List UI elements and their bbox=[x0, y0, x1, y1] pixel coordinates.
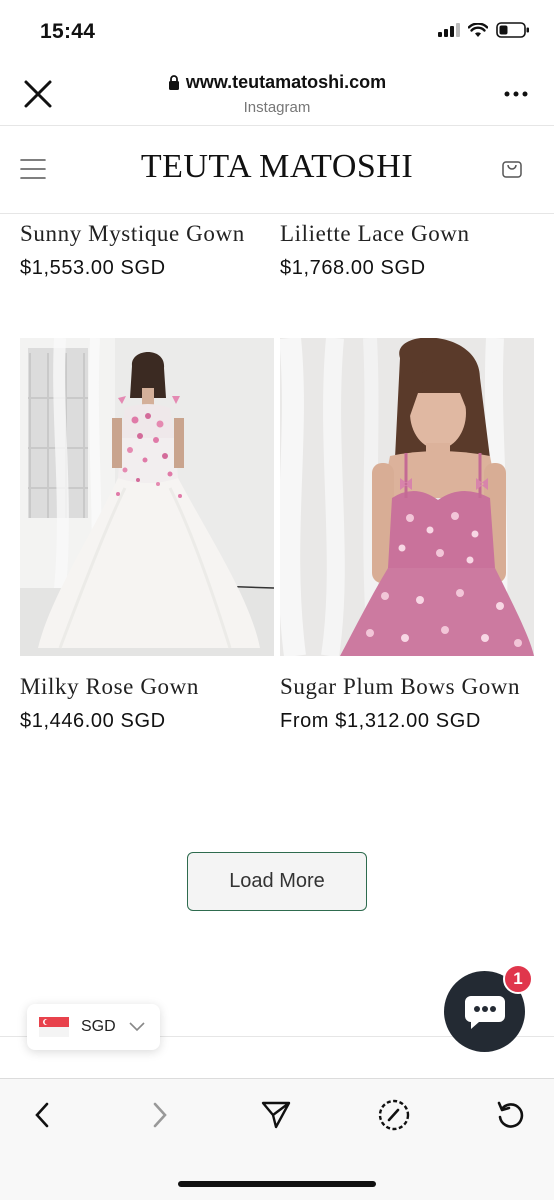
chat-bubble-icon bbox=[464, 995, 505, 1029]
product-title[interactable]: Milky Rose Gown bbox=[20, 673, 270, 700]
currency-selector[interactable]: SGD bbox=[27, 1004, 160, 1050]
lock-icon bbox=[168, 75, 179, 90]
back-button[interactable] bbox=[24, 1097, 60, 1133]
chevron-left-icon bbox=[35, 1102, 49, 1128]
product-title[interactable]: Sugar Plum Bows Gown bbox=[280, 673, 530, 700]
url-display[interactable]: www.teutamatoshi.com Instagram bbox=[0, 72, 554, 116]
in-app-browser-header: www.teutamatoshi.com Instagram bbox=[0, 62, 554, 126]
reload-button[interactable] bbox=[493, 1097, 529, 1133]
chevron-down-icon bbox=[129, 1022, 145, 1032]
site-logo[interactable]: TEUTA MATOSHI bbox=[0, 148, 554, 186]
browser-source-label: Instagram bbox=[243, 99, 311, 116]
forward-button[interactable] bbox=[142, 1097, 178, 1133]
shopping-bag-icon bbox=[502, 161, 522, 178]
product-image-milky-rose[interactable] bbox=[20, 338, 274, 656]
reload-icon bbox=[497, 1101, 524, 1128]
battery-icon bbox=[496, 22, 529, 38]
compass-icon bbox=[378, 1099, 410, 1131]
signal-icon bbox=[438, 23, 460, 37]
product-title[interactable]: Liliette Lace Gown bbox=[280, 220, 540, 247]
status-time: 15:44 bbox=[40, 20, 96, 43]
product-price: $1,553.00 SGD bbox=[20, 257, 166, 279]
home-indicator bbox=[178, 1181, 376, 1187]
currency-code: SGD bbox=[81, 1018, 116, 1035]
share-button[interactable] bbox=[258, 1097, 294, 1133]
product-image-sugar-plum-bows[interactable] bbox=[280, 338, 534, 656]
product-card-sugar-plum-bows[interactable]: Sugar Plum Bows Gown From $1,312.00 SGD bbox=[280, 673, 530, 733]
product-price: From $1,312.00 SGD bbox=[280, 710, 481, 732]
product-grid: Sunny Mystique Gown $1,553.00 SGD Liliet… bbox=[0, 214, 554, 834]
site-header: TEUTA MATOSHI bbox=[0, 126, 554, 214]
cart-button[interactable] bbox=[500, 156, 526, 182]
product-title[interactable]: Sunny Mystique Gown bbox=[20, 220, 260, 247]
product-card-milky-rose[interactable]: Milky Rose Gown $1,446.00 SGD bbox=[20, 673, 270, 733]
load-more-button[interactable]: Load More bbox=[187, 852, 367, 911]
chevron-right-icon bbox=[153, 1102, 167, 1128]
milky-rose-gown-photo bbox=[20, 338, 274, 656]
send-icon bbox=[261, 1101, 291, 1129]
chat-unread-badge: 1 bbox=[503, 964, 533, 994]
open-in-browser-button[interactable] bbox=[376, 1097, 412, 1133]
sugar-plum-bows-gown-photo bbox=[280, 338, 534, 656]
wifi-icon bbox=[468, 22, 488, 37]
more-options-button[interactable] bbox=[500, 82, 532, 106]
product-card-sunny-mystique[interactable]: Sunny Mystique Gown $1,553.00 SGD bbox=[20, 220, 260, 280]
more-dots-icon bbox=[504, 91, 528, 97]
url-text: www.teutamatoshi.com bbox=[185, 72, 387, 92]
singapore-flag-icon bbox=[39, 1017, 69, 1037]
status-bar: 15:44 bbox=[0, 0, 554, 62]
product-price: $1,446.00 SGD bbox=[20, 710, 166, 732]
status-icons bbox=[438, 22, 530, 38]
product-card-liliette-lace[interactable]: Liliette Lace Gown $1,768.00 SGD bbox=[280, 220, 540, 280]
product-price: $1,768.00 SGD bbox=[280, 257, 426, 279]
